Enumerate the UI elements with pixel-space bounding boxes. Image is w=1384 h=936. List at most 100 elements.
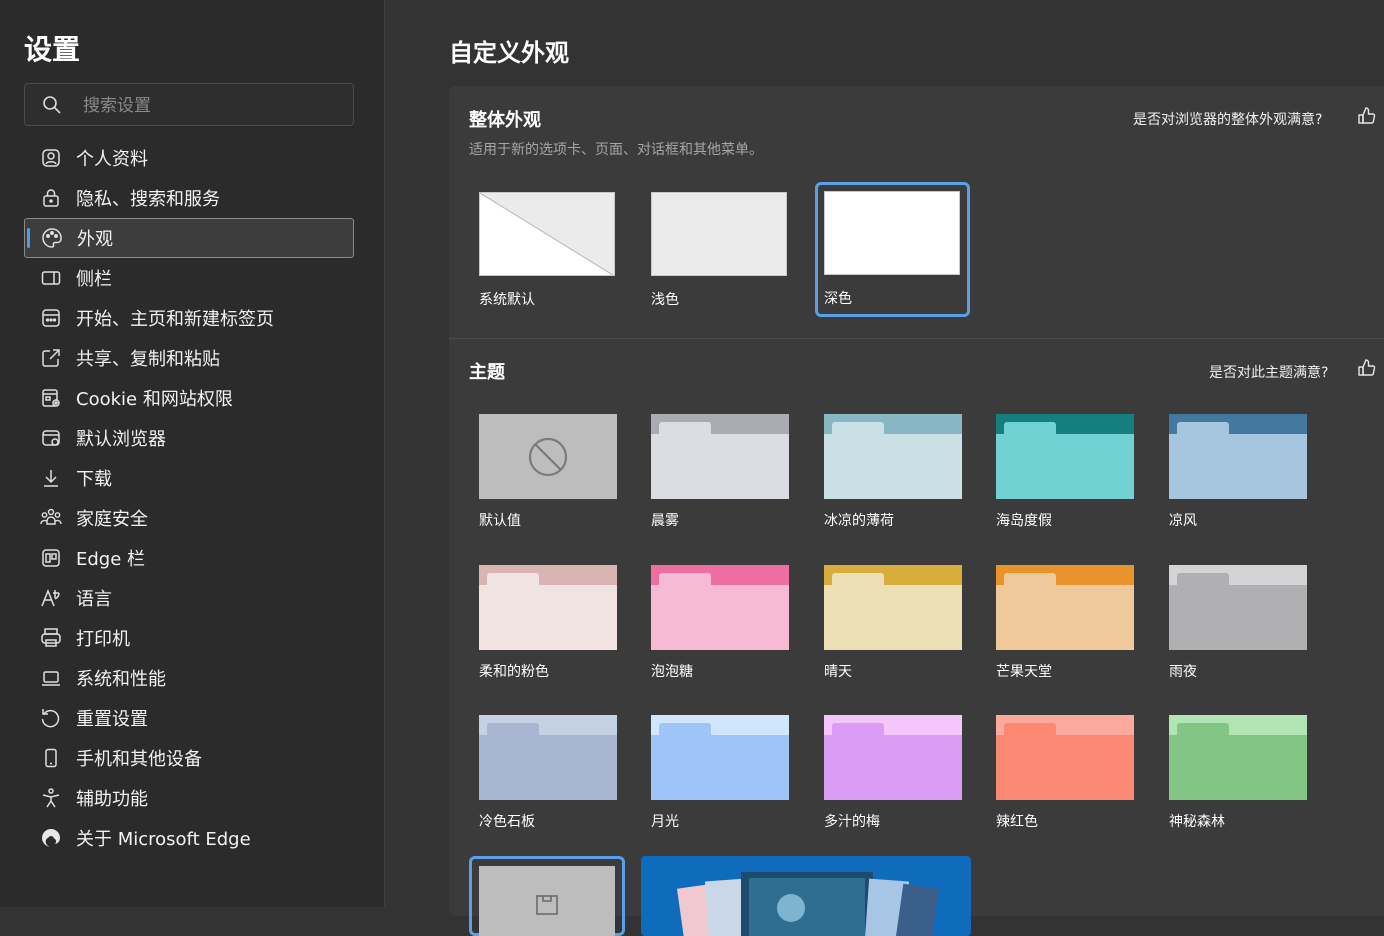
theme-label: 默认值 <box>479 513 521 529</box>
sidebar-item-label: 重置设置 <box>76 709 148 730</box>
theme-tile[interactable]: 柔和的粉色 <box>479 565 617 695</box>
sidebar-item-label: 辅助功能 <box>76 789 148 810</box>
sidebar-item-family[interactable]: 家庭安全 <box>24 498 354 538</box>
sidebar-item-profile[interactable]: 个人资料 <box>24 138 354 178</box>
sidebar-item-label: Edge 栏 <box>76 549 146 570</box>
theme-tile[interactable]: 月光 <box>651 715 789 845</box>
discover-themes-tile[interactable] <box>641 856 971 936</box>
sidebar-item-sidebar[interactable]: 侧栏 <box>24 258 354 298</box>
theme-preview <box>996 565 1134 650</box>
thumbs-up-icon[interactable] <box>1357 358 1377 378</box>
theme-preview <box>824 565 962 650</box>
light-preview <box>651 192 787 276</box>
themes-title: 主题 <box>469 362 505 383</box>
custom-theme-tile[interactable] <box>469 856 625 936</box>
section-divider <box>449 338 1384 339</box>
profile-icon <box>40 147 62 169</box>
lock-icon <box>40 187 62 209</box>
sidebar-item-share[interactable]: 共享、复制和粘贴 <box>24 338 354 378</box>
theme-label: 月光 <box>651 814 679 830</box>
theme-preview <box>1169 414 1307 499</box>
theme-label: 凉风 <box>1169 513 1197 529</box>
theme-tile[interactable]: 冷色石板 <box>479 715 617 845</box>
sidebar-item-system[interactable]: 系统和性能 <box>24 658 354 698</box>
theme-preview <box>651 414 789 499</box>
settings-nav: 个人资料 隐私、搜索和服务 外观 侧栏 开始、主页和新建标签页 共享、复制和粘贴… <box>24 138 354 858</box>
theme-tile[interactable]: 多汁的梅 <box>824 715 962 845</box>
theme-tile[interactable]: 芒果天堂 <box>996 565 1134 695</box>
no-theme-icon <box>528 437 568 477</box>
theme-preview <box>824 414 962 499</box>
theme-tile[interactable]: 泡泡糖 <box>651 565 789 695</box>
appearance-option-label: 系统默认 <box>479 292 535 308</box>
appearance-option-label: 浅色 <box>651 292 679 308</box>
theme-preview <box>479 565 617 650</box>
settings-sidebar: 设置 个人资料 隐私、搜索和服务 <box>0 0 385 907</box>
sidebar-item-label: 外观 <box>77 229 113 250</box>
theme-label: 晨雾 <box>651 513 679 529</box>
overall-appearance-description: 适用于新的选项卡、页面、对话框和其他菜单。 <box>469 142 763 158</box>
sidebar-item-accessibility[interactable]: 辅助功能 <box>24 778 354 818</box>
theme-label: 冰凉的薄荷 <box>824 513 894 529</box>
theme-tile[interactable]: 辣红色 <box>996 715 1134 845</box>
sidebar-item-about[interactable]: 关于 Microsoft Edge <box>24 818 354 858</box>
appearance-option-label: 深色 <box>824 291 852 307</box>
theme-tile[interactable]: 海岛度假 <box>996 414 1134 544</box>
sidebar-item-start-home[interactable]: 开始、主页和新建标签页 <box>24 298 354 338</box>
overall-feedback-label: 是否对浏览器的整体外观满意? <box>1133 112 1323 128</box>
sidebar-item-label: 侧栏 <box>76 269 112 290</box>
appearance-option-system-default[interactable]: 系统默认 <box>465 184 615 314</box>
theme-label: 辣红色 <box>996 814 1038 830</box>
theme-feedback-label: 是否对此主题满意? <box>1209 365 1329 381</box>
sidebar-item-default-browser[interactable]: 默认浏览器 <box>24 418 354 458</box>
sidebar-item-label: 家庭安全 <box>76 509 148 530</box>
sidebar-item-cookies[interactable]: Cookie 和网站权限 <box>24 378 354 418</box>
theme-tile[interactable]: 冰凉的薄荷 <box>824 414 962 544</box>
appearance-option-light[interactable]: 浅色 <box>637 184 787 314</box>
theme-label: 柔和的粉色 <box>479 664 549 680</box>
sidebar-title: 设置 <box>24 33 81 66</box>
theme-tile[interactable]: 雨夜 <box>1169 565 1307 695</box>
sidebar-item-phone[interactable]: 手机和其他设备 <box>24 738 354 778</box>
theme-preview <box>651 715 789 800</box>
theme-label: 海岛度假 <box>996 513 1052 529</box>
theme-preview <box>1169 715 1307 800</box>
overall-appearance-title: 整体外观 <box>469 110 541 131</box>
sidebar-item-label: 关于 Microsoft Edge <box>76 829 251 850</box>
appearance-card: 整体外观 适用于新的选项卡、页面、对话框和其他菜单。 是否对浏览器的整体外观满意… <box>449 86 1384 936</box>
laptop-icon <box>40 667 62 689</box>
theme-label: 泡泡糖 <box>651 664 693 680</box>
thumbs-up-icon[interactable] <box>1357 106 1377 126</box>
search-box[interactable] <box>24 83 354 126</box>
sidebar-item-privacy[interactable]: 隐私、搜索和服务 <box>24 178 354 218</box>
theme-preview <box>996 414 1134 499</box>
reset-icon <box>40 707 62 729</box>
phone-icon <box>40 747 62 769</box>
sidebar-item-appearance[interactable]: 外观 <box>24 218 354 258</box>
appearance-option-dark[interactable]: 深色 <box>815 182 970 317</box>
sidebar-item-printers[interactable]: 打印机 <box>24 618 354 658</box>
theme-label: 多汁的梅 <box>824 814 880 830</box>
theme-tile[interactable]: 神秘森林 <box>1169 715 1307 845</box>
download-icon <box>40 467 62 489</box>
sidebar-item-label: 手机和其他设备 <box>76 749 202 770</box>
edge-logo-icon <box>40 827 62 849</box>
sidebar-item-language[interactable]: 语言 <box>24 578 354 618</box>
sidebar-item-reset[interactable]: 重置设置 <box>24 698 354 738</box>
sidebar-item-edge-bar[interactable]: Edge 栏 <box>24 538 354 578</box>
theme-tile[interactable]: 凉风 <box>1169 414 1307 544</box>
language-icon <box>40 587 62 609</box>
browser-icon <box>40 427 62 449</box>
theme-tile[interactable]: 默认值 <box>479 414 617 544</box>
theme-preview <box>479 715 617 800</box>
sidebar-item-label: 系统和性能 <box>76 669 166 690</box>
page-title: 自定义外观 <box>449 39 569 67</box>
theme-tile[interactable]: 晴天 <box>824 565 962 695</box>
sidebar-item-label: 开始、主页和新建标签页 <box>76 309 274 330</box>
edge-bar-icon <box>40 547 62 569</box>
search-input[interactable] <box>81 92 345 120</box>
picture-frame-icon <box>536 895 558 915</box>
share-icon <box>40 347 62 369</box>
theme-tile[interactable]: 晨雾 <box>651 414 789 544</box>
sidebar-item-downloads[interactable]: 下载 <box>24 458 354 498</box>
